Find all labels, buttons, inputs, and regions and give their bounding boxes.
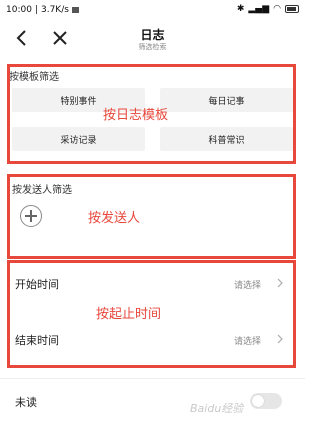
notification-icon bbox=[71, 7, 79, 13]
annotation-template: 按日志模板 bbox=[103, 108, 169, 123]
battery-icon bbox=[285, 5, 299, 13]
annotation-box-sender bbox=[7, 174, 296, 259]
status-bar: 10:00 | 3.7K/s ✱ ▂▄▆ ◠ bbox=[0, 0, 305, 20]
annotation-time: 按起止时间 bbox=[96, 307, 162, 322]
bluetooth-icon: ✱ bbox=[236, 4, 245, 14]
status-time: 10:00 bbox=[6, 5, 32, 15]
divider bbox=[0, 378, 305, 379]
unread-label: 未读 bbox=[15, 396, 37, 409]
page-subtitle: 筛选检索 bbox=[138, 43, 167, 51]
network-speed: 3.7K/s bbox=[40, 5, 69, 15]
watermark: Baidu经验 bbox=[190, 402, 244, 415]
signal-icon: ▂▄▆ bbox=[248, 4, 270, 14]
wifi-icon: ◠ bbox=[273, 4, 281, 14]
unread-toggle[interactable] bbox=[250, 393, 282, 409]
page-title: 日志 bbox=[140, 28, 165, 42]
nav-bar: 日志 筛选检索 bbox=[0, 20, 305, 56]
annotation-sender: 按发送人 bbox=[88, 211, 141, 226]
